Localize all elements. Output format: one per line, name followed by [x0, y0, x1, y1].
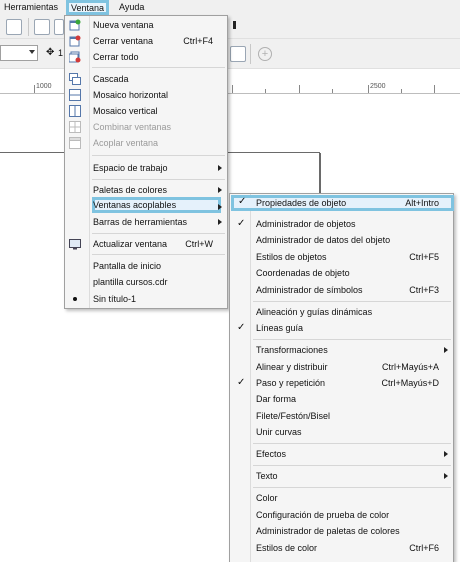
menu-item-administrador-objetos[interactable]: ✓ Administrador de objetos: [230, 216, 453, 232]
menu-separator: [92, 67, 225, 68]
menu-item-mosaico-vertical[interactable]: Mosaico vertical: [65, 103, 227, 119]
submenu-arrow-icon: [218, 187, 222, 193]
submenu-arrow-icon: [444, 451, 448, 457]
menu-item-coordenadas[interactable]: Coordenadas de objeto: [230, 265, 453, 281]
cascade-icon: [69, 73, 81, 85]
menu-item-ventanas-acoplables[interactable]: Ventanas acoplables: [92, 197, 221, 213]
menu-separator: [92, 155, 225, 156]
combine-windows-icon: [69, 121, 81, 133]
close-window-icon: [69, 35, 81, 47]
ventanas-acoplables-submenu: ✓ Propiedades de objeto Alt+Intro ✓ Admi…: [229, 193, 454, 562]
import-icon[interactable]: [6, 19, 22, 35]
menu-item-lineas-guia[interactable]: ✓ Líneas guía: [230, 320, 453, 336]
menu-item-efectos[interactable]: Efectos: [230, 446, 453, 462]
menu-item-propiedades-objeto[interactable]: ✓ Propiedades de objeto Alt+Intro: [231, 195, 454, 211]
submenu-arrow-icon: [218, 165, 222, 171]
submenu-arrow-icon: [218, 204, 222, 210]
menu-item-cascada[interactable]: Cascada: [65, 71, 227, 87]
new-window-icon: [69, 19, 81, 31]
refresh-window-icon: [69, 238, 81, 250]
menu-item-paletas-colores[interactable]: Paletas de colores: [65, 182, 227, 198]
menu-item-filete[interactable]: Filete/Festón/Bisel: [230, 408, 453, 424]
menu-separator: [253, 465, 451, 466]
menu-separator: [253, 301, 451, 302]
menu-item-plantilla[interactable]: plantilla cursos.cdr: [65, 274, 227, 290]
menu-item-pantalla-inicio[interactable]: Pantalla de inicio: [65, 258, 227, 274]
menu-item-cerrar-todo[interactable]: Cerrar todo: [65, 49, 227, 65]
menu-separator: [92, 233, 225, 234]
menu-item-administrador-simbolos[interactable]: Administrador de símbolos Ctrl+F3: [230, 282, 453, 298]
menu-item-combinar-ventanas[interactable]: Combinar ventanas: [65, 119, 227, 135]
dropdown-icon[interactable]: [232, 19, 240, 35]
page-border-shadow: [319, 153, 321, 193]
menu-item-transformaciones[interactable]: Transformaciones: [230, 342, 453, 358]
menu-separator: [253, 339, 451, 340]
menu-item-actualizar-ventana[interactable]: Actualizar ventana Ctrl+W: [65, 236, 227, 252]
menu-item-nueva-ventana[interactable]: Nueva ventana: [65, 17, 227, 33]
menu-ayuda[interactable]: Ayuda: [117, 0, 146, 15]
checkmark-icon: ✓: [238, 196, 247, 207]
ruler-label: 1000: [36, 83, 52, 90]
dock-window-icon: [69, 137, 81, 149]
font-combo[interactable]: [0, 45, 38, 61]
menu-item-espacio-trabajo[interactable]: Espacio de trabajo: [65, 160, 227, 176]
cut-icon[interactable]: [34, 19, 50, 35]
copy-icon[interactable]: [54, 19, 64, 35]
menu-separator: [253, 487, 451, 488]
menu-item-cerrar-ventana[interactable]: Cerrar ventana Ctrl+F4: [65, 33, 227, 49]
ventana-menu: Nueva ventana Cerrar ventana Ctrl+F4 Cer…: [64, 15, 228, 309]
menu-item-paso-repeticion[interactable]: ✓ Paso y repetición Ctrl+Mayús+D: [230, 375, 453, 391]
menu-item-alineacion-guias[interactable]: Alineación y guías dinámicas: [230, 304, 453, 320]
submenu-arrow-icon: [444, 347, 448, 353]
menu-item-mosaico-horizontal[interactable]: Mosaico horizontal: [65, 87, 227, 103]
menu-item-alinear-distribuir[interactable]: Alinear y distribuir Ctrl+Mayús+A: [230, 359, 453, 375]
menu-bar: Herramientas Ventana Ayuda: [0, 0, 460, 15]
add-preset-icon[interactable]: +: [258, 47, 272, 61]
menu-separator: [92, 254, 225, 255]
zoom-value: 1: [58, 48, 64, 58]
ruler-label: 2500: [370, 83, 386, 90]
menu-item-administrador-paletas[interactable]: Administrador de paletas de colores: [230, 523, 453, 539]
tile-vertical-icon: [69, 105, 81, 117]
checkmark-icon: ✓: [237, 218, 246, 229]
align-icon[interactable]: [230, 46, 246, 62]
submenu-arrow-icon: [218, 219, 222, 225]
menu-item-administrador-datos[interactable]: Administrador de datos del objeto: [230, 232, 453, 248]
menu-item-texto[interactable]: Texto: [230, 468, 453, 484]
menu-herramientas[interactable]: Herramientas: [2, 0, 60, 15]
menu-item-color[interactable]: Color: [230, 490, 453, 506]
toolbar-separator: [250, 44, 251, 64]
toolbar-separator: [28, 18, 29, 36]
menu-item-barras-herramientas[interactable]: Barras de herramientas: [65, 214, 227, 230]
menu-ventana[interactable]: Ventana: [66, 0, 110, 15]
tile-horizontal-icon: [69, 89, 81, 101]
menu-item-estilos-objetos[interactable]: Estilos de objetos Ctrl+F5: [230, 249, 453, 265]
checkmark-icon: ✓: [237, 322, 246, 333]
move-icon[interactable]: ✥: [46, 47, 54, 58]
menu-separator: [253, 443, 451, 444]
submenu-arrow-icon: [444, 473, 448, 479]
menu-item-sin-titulo[interactable]: Sin título-1: [65, 291, 227, 307]
active-document-dot-icon: [73, 297, 77, 301]
menu-item-unir-curvas[interactable]: Unir curvas: [230, 424, 453, 440]
close-all-icon: [68, 51, 81, 63]
menu-item-configuracion-prueba[interactable]: Configuración de prueba de color: [230, 507, 453, 523]
menu-item-dar-forma[interactable]: Dar forma: [230, 391, 453, 407]
menu-item-acoplar-ventana[interactable]: Acoplar ventana: [65, 135, 227, 151]
menu-separator: [92, 179, 225, 180]
checkmark-icon: ✓: [237, 377, 246, 388]
menu-item-estilos-color[interactable]: Estilos de color Ctrl+F6: [230, 540, 453, 556]
